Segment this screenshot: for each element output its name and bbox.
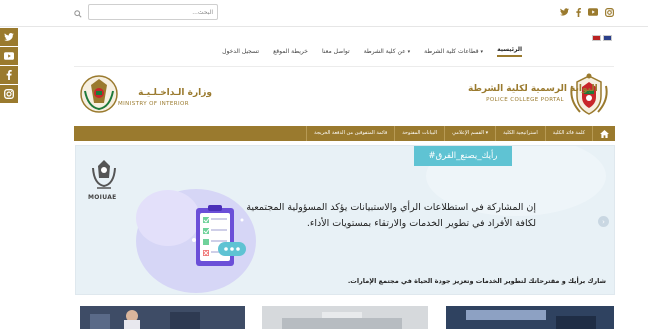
banner-cta-text: شارك برأيك و مقترحاتك لتطوير الخدمات وتع… (347, 277, 606, 285)
menu-item-label: القسم الإعلامي (452, 130, 484, 136)
facebook-icon[interactable] (576, 8, 581, 20)
menu-item-media[interactable]: القسم الإعلامي ▾ (444, 126, 495, 141)
uk-flag-icon[interactable] (603, 35, 612, 41)
college-logo-text: البوابة الرسمية لكلية الشرطة POLICE COLL… (468, 84, 598, 103)
facebook-icon (6, 70, 12, 80)
uae-flag-icon[interactable] (592, 35, 601, 41)
nav-item-sitemap[interactable]: خريطة الموقع (273, 48, 308, 55)
language-switcher (592, 26, 614, 45)
news-card-image[interactable] (262, 306, 428, 329)
search-input[interactable] (88, 4, 218, 20)
police-college-emblem[interactable] (568, 72, 610, 122)
menu-item-strategy[interactable]: استراتيجية الكلية (495, 126, 545, 141)
instagram-icon[interactable] (605, 8, 614, 20)
search-icon[interactable] (74, 3, 88, 22)
ministry-logo-text: وزارة الـداخـلـيـة MINISTRY OF INTERIOR (118, 88, 212, 107)
moi-uae-label: MOIUAE (88, 194, 117, 201)
nav-item-contact[interactable]: تواصل معنا (322, 48, 350, 55)
nav-item-about[interactable]: عن كلية الشرطة ▾ (364, 48, 410, 55)
nav-item-home[interactable]: الرئيسية (497, 46, 522, 57)
carousel-next-button[interactable]: › (598, 216, 609, 227)
menu-item-top-graduates[interactable]: قائمة المتفوقين من الدفعة الخريجة (306, 126, 394, 141)
youtube-icon[interactable] (588, 8, 598, 20)
nav-item-label: قطاعات كلية الشرطة (424, 47, 479, 55)
chevron-down-icon: ▾ (480, 48, 484, 55)
instagram-icon (4, 89, 14, 99)
sidebar-twitter[interactable] (0, 28, 18, 46)
college-name-english: POLICE COLLEGE PORTAL (486, 97, 564, 103)
nav-item-login[interactable]: تسجيل الدخول (222, 48, 259, 55)
search-bar (74, 4, 218, 20)
secondary-menu: كلمة قائد الكلية استراتيجية الكلية القسم… (74, 126, 615, 141)
home-icon (599, 129, 609, 138)
youtube-icon (4, 52, 14, 60)
home-button[interactable] (592, 126, 615, 141)
menu-item-dean-word[interactable]: كلمة قائد الكلية (544, 126, 592, 141)
header-social-icons (560, 8, 614, 20)
menu-item-open-data[interactable]: البيانات المفتوحة (394, 126, 444, 141)
chevron-down-icon: ▾ (407, 48, 411, 55)
ministry-name-arabic: وزارة الـداخـلـيـة (138, 88, 212, 98)
hashtag-label: #رأيك_يصنع_الفرق (414, 146, 512, 166)
ministry-name-english: MINISTRY OF INTERIOR (118, 101, 189, 107)
twitter-icon (4, 33, 14, 41)
sidebar-instagram[interactable] (0, 85, 18, 103)
ministry-emblem[interactable] (80, 73, 118, 119)
main-nav: الرئيسية قطاعات كلية الشرطة ▾ عن كلية ال… (90, 42, 522, 60)
news-card-image[interactable] (80, 306, 245, 329)
nav-item-sectors[interactable]: قطاعات كلية الشرطة ▾ (424, 48, 483, 55)
twitter-icon[interactable] (560, 8, 569, 20)
chevron-down-icon: ▾ (485, 130, 489, 136)
moi-uae-emblem (90, 158, 118, 196)
nav-item-label: عن كلية الشرطة (363, 47, 406, 55)
sidebar-facebook[interactable] (0, 66, 18, 84)
college-name-arabic: البوابة الرسمية لكلية الشرطة (468, 84, 598, 94)
chevron-right-icon: › (602, 217, 605, 226)
news-card-image[interactable] (446, 306, 614, 329)
sidebar-youtube[interactable] (0, 47, 18, 65)
banner-main-text: إن المشاركة في استطلاعات الرأي والاستبيا… (246, 202, 536, 229)
nav-divider (74, 66, 614, 67)
